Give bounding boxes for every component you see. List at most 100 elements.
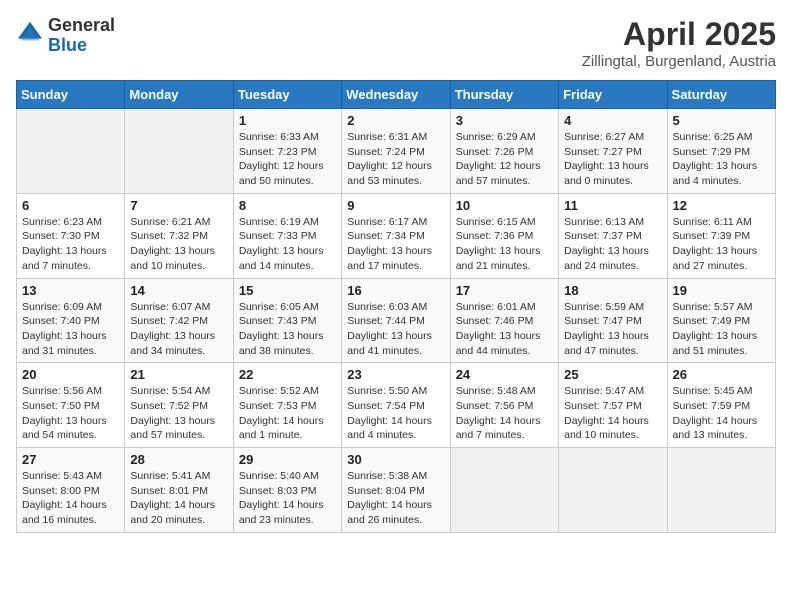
- calendar-cell: 17 Sunrise: 6:01 AM Sunset: 7:46 PM Dayli…: [450, 278, 558, 363]
- day-number: 8: [239, 198, 336, 213]
- calendar-subtitle: Zillingtal, Burgenland, Austria: [582, 53, 776, 70]
- calendar-cell: 16 Sunrise: 6:03 AM Sunset: 7:44 PM Dayli…: [342, 278, 450, 363]
- calendar-cell: 25Sunrise: 5:47 AM Sunset: 7:57 PM Dayli…: [559, 363, 667, 448]
- day-number: 11: [564, 198, 661, 213]
- day-info: Sunrise: 6:31 AM Sunset: 7:24 PM Dayligh…: [347, 130, 444, 189]
- header-sunday: Sunday: [17, 81, 125, 109]
- day-info: Sunrise: 6:21 AM Sunset: 7:32 PM Dayligh…: [130, 215, 227, 274]
- day-number: 16: [347, 283, 444, 298]
- logo-icon: [16, 20, 44, 53]
- title-area: April 2025 Zillingtal, Burgenland, Austr…: [582, 16, 776, 70]
- day-info: Sunrise: 6:07 AM Sunset: 7:42 PM Dayligh…: [130, 300, 227, 359]
- calendar-cell: 8Sunrise: 6:19 AM Sunset: 7:33 PM Daylig…: [233, 193, 341, 278]
- header-tuesday: Tuesday: [233, 81, 341, 109]
- calendar-cell: 5 Sunrise: 6:25 AM Sunset: 7:29 PM Daylig…: [667, 109, 775, 194]
- day-info: Sunrise: 5:57 AM Sunset: 7:49 PM Dayligh…: [673, 300, 770, 359]
- day-number: 24: [456, 367, 553, 382]
- calendar-cell: 19 Sunrise: 5:57 AM Sunset: 7:49 PM Dayli…: [667, 278, 775, 363]
- day-info: Sunrise: 5:45 AM Sunset: 7:59 PM Dayligh…: [673, 384, 770, 443]
- day-number: 4: [564, 113, 661, 128]
- day-info: Sunrise: 6:29 AM Sunset: 7:26 PM Dayligh…: [456, 130, 553, 189]
- calendar-cell: 15 Sunrise: 6:05 AM Sunset: 7:43 PM Dayli…: [233, 278, 341, 363]
- day-number: 5: [673, 113, 770, 128]
- calendar-cell: 21 Sunrise: 5:54 AM Sunset: 7:52 PM Dayli…: [125, 363, 233, 448]
- day-info: Sunrise: 6:05 AM Sunset: 7:43 PM Dayligh…: [239, 300, 336, 359]
- day-number: 2: [347, 113, 444, 128]
- day-number: 1: [239, 113, 336, 128]
- calendar-cell: 12 Sunrise: 6:11 AM Sunset: 7:39 PM Dayli…: [667, 193, 775, 278]
- calendar-cell: [450, 448, 558, 533]
- day-info: Sunrise: 5:40 AM Sunset: 8:03 PM Dayligh…: [239, 469, 336, 528]
- calendar-cell: 27 Sunrise: 5:43 AM Sunset: 8:00 PM Dayli…: [17, 448, 125, 533]
- day-info: Sunrise: 6:27 AM Sunset: 7:27 PM Dayligh…: [564, 130, 661, 189]
- calendar-cell: 3 Sunrise: 6:29 AM Sunset: 7:26 PM Daylig…: [450, 109, 558, 194]
- calendar-cell: 4 Sunrise: 6:27 AM Sunset: 7:27 PM Daylig…: [559, 109, 667, 194]
- week-row-4: 27 Sunrise: 5:43 AM Sunset: 8:00 PM Dayli…: [17, 448, 776, 533]
- calendar-header-row: SundayMondayTuesdayWednesdayThursdayFrid…: [17, 81, 776, 109]
- day-info: Sunrise: 6:13 AM Sunset: 7:37 PM Dayligh…: [564, 215, 661, 274]
- calendar-table: SundayMondayTuesdayWednesdayThursdayFrid…: [16, 80, 776, 533]
- header-thursday: Thursday: [450, 81, 558, 109]
- header: General Blue April 2025 Zillingtal, Burg…: [16, 16, 776, 70]
- day-info: Sunrise: 6:09 AM Sunset: 7:40 PM Dayligh…: [22, 300, 119, 359]
- calendar-cell: 11 Sunrise: 6:13 AM Sunset: 7:37 PM Dayli…: [559, 193, 667, 278]
- logo-general: General: [48, 15, 115, 35]
- logo: General Blue: [16, 16, 115, 56]
- calendar-cell: [667, 448, 775, 533]
- calendar-cell: [17, 109, 125, 194]
- calendar-cell: 1Sunrise: 6:33 AM Sunset: 7:23 PM Daylig…: [233, 109, 341, 194]
- day-number: 3: [456, 113, 553, 128]
- calendar-cell: 23Sunrise: 5:50 AM Sunset: 7:54 PM Dayli…: [342, 363, 450, 448]
- day-number: 13: [22, 283, 119, 298]
- calendar-cell: 29 Sunrise: 5:40 AM Sunset: 8:03 PM Dayli…: [233, 448, 341, 533]
- day-number: 14: [130, 283, 227, 298]
- day-number: 28: [130, 452, 227, 467]
- week-row-3: 20Sunrise: 5:56 AM Sunset: 7:50 PM Dayli…: [17, 363, 776, 448]
- week-row-2: 13 Sunrise: 6:09 AM Sunset: 7:40 PM Dayli…: [17, 278, 776, 363]
- day-info: Sunrise: 5:43 AM Sunset: 8:00 PM Dayligh…: [22, 469, 119, 528]
- header-friday: Friday: [559, 81, 667, 109]
- day-number: 17: [456, 283, 553, 298]
- day-info: Sunrise: 5:50 AM Sunset: 7:54 PM Dayligh…: [347, 384, 444, 443]
- calendar-cell: [125, 109, 233, 194]
- day-info: Sunrise: 5:48 AM Sunset: 7:56 PM Dayligh…: [456, 384, 553, 443]
- day-info: Sunrise: 5:59 AM Sunset: 7:47 PM Dayligh…: [564, 300, 661, 359]
- day-number: 20: [22, 367, 119, 382]
- calendar-cell: 24 Sunrise: 5:48 AM Sunset: 7:56 PM Dayli…: [450, 363, 558, 448]
- day-info: Sunrise: 5:41 AM Sunset: 8:01 PM Dayligh…: [130, 469, 227, 528]
- day-info: Sunrise: 5:52 AM Sunset: 7:53 PM Dayligh…: [239, 384, 336, 443]
- logo-text: General Blue: [48, 16, 115, 56]
- week-row-1: 6Sunrise: 6:23 AM Sunset: 7:30 PM Daylig…: [17, 193, 776, 278]
- calendar-cell: 26Sunrise: 5:45 AM Sunset: 7:59 PM Dayli…: [667, 363, 775, 448]
- calendar-cell: 10 Sunrise: 6:15 AM Sunset: 7:36 PM Dayli…: [450, 193, 558, 278]
- calendar-cell: 7 Sunrise: 6:21 AM Sunset: 7:32 PM Daylig…: [125, 193, 233, 278]
- day-number: 27: [22, 452, 119, 467]
- calendar-cell: 28 Sunrise: 5:41 AM Sunset: 8:01 PM Dayli…: [125, 448, 233, 533]
- calendar-cell: 30Sunrise: 5:38 AM Sunset: 8:04 PM Dayli…: [342, 448, 450, 533]
- day-number: 29: [239, 452, 336, 467]
- day-info: Sunrise: 6:25 AM Sunset: 7:29 PM Dayligh…: [673, 130, 770, 189]
- calendar-cell: [559, 448, 667, 533]
- calendar-cell: 20Sunrise: 5:56 AM Sunset: 7:50 PM Dayli…: [17, 363, 125, 448]
- day-number: 9: [347, 198, 444, 213]
- calendar-cell: 13 Sunrise: 6:09 AM Sunset: 7:40 PM Dayli…: [17, 278, 125, 363]
- header-saturday: Saturday: [667, 81, 775, 109]
- day-info: Sunrise: 6:03 AM Sunset: 7:44 PM Dayligh…: [347, 300, 444, 359]
- day-info: Sunrise: 6:01 AM Sunset: 7:46 PM Dayligh…: [456, 300, 553, 359]
- day-number: 21: [130, 367, 227, 382]
- day-number: 15: [239, 283, 336, 298]
- day-info: Sunrise: 5:38 AM Sunset: 8:04 PM Dayligh…: [347, 469, 444, 528]
- day-number: 12: [673, 198, 770, 213]
- calendar-cell: 6Sunrise: 6:23 AM Sunset: 7:30 PM Daylig…: [17, 193, 125, 278]
- day-info: Sunrise: 6:15 AM Sunset: 7:36 PM Dayligh…: [456, 215, 553, 274]
- header-wednesday: Wednesday: [342, 81, 450, 109]
- day-number: 7: [130, 198, 227, 213]
- day-info: Sunrise: 5:47 AM Sunset: 7:57 PM Dayligh…: [564, 384, 661, 443]
- day-number: 10: [456, 198, 553, 213]
- header-monday: Monday: [125, 81, 233, 109]
- calendar-cell: 14 Sunrise: 6:07 AM Sunset: 7:42 PM Dayli…: [125, 278, 233, 363]
- day-number: 19: [673, 283, 770, 298]
- day-info: Sunrise: 6:11 AM Sunset: 7:39 PM Dayligh…: [673, 215, 770, 274]
- day-info: Sunrise: 5:54 AM Sunset: 7:52 PM Dayligh…: [130, 384, 227, 443]
- day-info: Sunrise: 6:17 AM Sunset: 7:34 PM Dayligh…: [347, 215, 444, 274]
